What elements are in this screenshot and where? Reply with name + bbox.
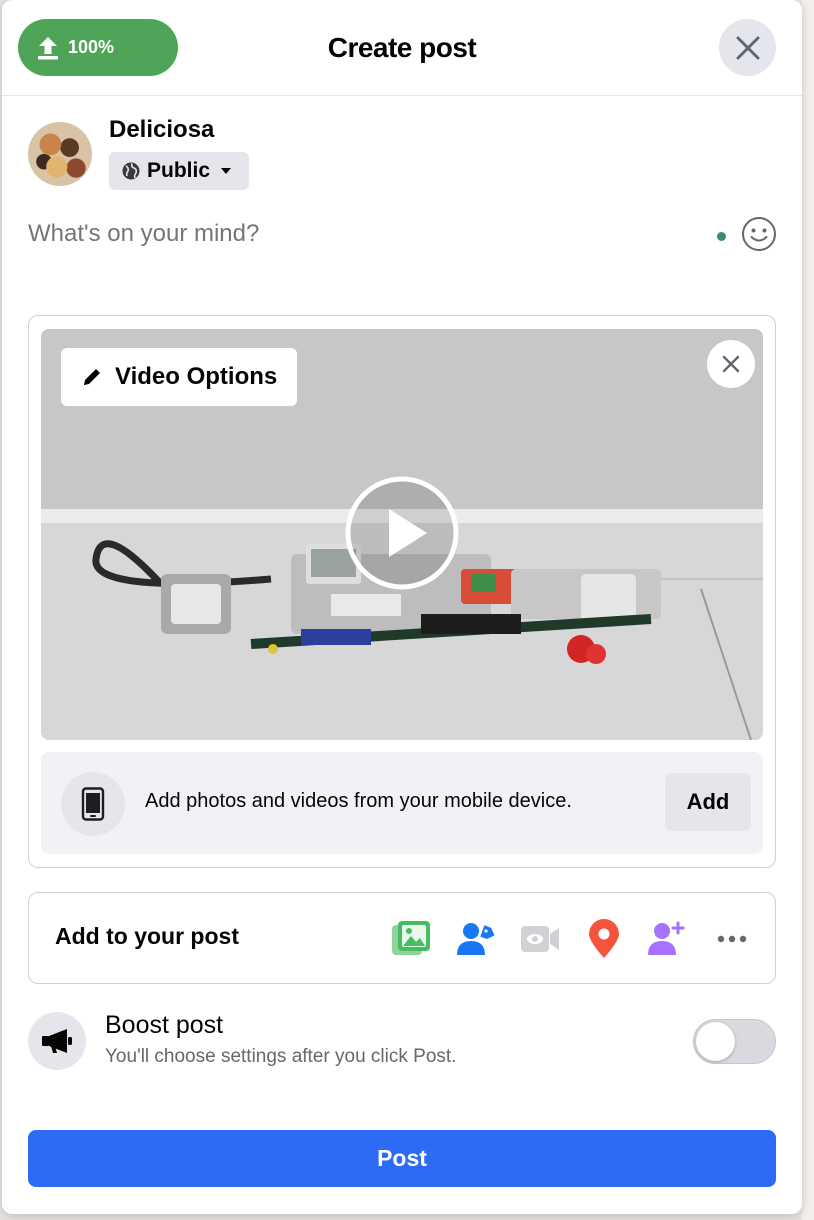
close-dialog-button[interactable] [719, 19, 776, 76]
add-person-button[interactable] [647, 919, 687, 959]
add-to-post-label: Add to your post [55, 923, 239, 949]
add-from-mobile-button[interactable]: Add [665, 773, 751, 831]
media-attachment-box: Video Options Add photos and videos from… [28, 315, 776, 868]
video-options-button[interactable]: Video Options [61, 348, 297, 406]
status-dot [717, 232, 726, 241]
toggle-knob [696, 1022, 735, 1061]
video-options-label: Video Options [115, 363, 278, 390]
play-icon [345, 476, 459, 590]
remove-video-button[interactable] [707, 340, 755, 388]
pencil-icon [84, 369, 100, 385]
live-video-icon [521, 926, 559, 952]
page-backdrop [802, 0, 814, 1220]
chevron-down-icon [221, 168, 232, 174]
mobile-upload-row: Add photos and videos from your mobile d… [41, 752, 763, 854]
upload-progress-badge: 100% [18, 19, 178, 76]
tag-people-icon [457, 923, 495, 955]
post-text-input[interactable] [28, 214, 668, 254]
live-video-button[interactable] [520, 919, 560, 959]
photo-video-button[interactable] [391, 919, 431, 959]
post-button[interactable]: Post [28, 1130, 776, 1187]
upload-progress-text: 100% [68, 37, 115, 57]
user-name: Deliciosa [109, 116, 215, 143]
play-button[interactable] [345, 476, 459, 590]
mobile-upload-text: Add photos and videos from your mobile d… [145, 790, 572, 812]
boost-post-toggle[interactable] [693, 1019, 776, 1064]
more-options-button[interactable] [712, 919, 752, 959]
add-to-post-bar: Add to your post [28, 892, 776, 984]
avatar [28, 122, 92, 186]
globe-icon [122, 162, 140, 180]
smiley-icon [742, 217, 776, 251]
audience-label: Public [147, 159, 211, 182]
boost-post-subtitle: You'll choose settings after you click P… [105, 1046, 457, 1067]
add-person-icon [648, 921, 685, 955]
close-icon [722, 355, 740, 373]
check-in-button[interactable] [584, 919, 624, 959]
audience-selector-button[interactable]: Public [109, 152, 249, 190]
photo-video-icon [392, 921, 430, 955]
boost-post-title: Boost post [105, 1011, 224, 1039]
mobile-phone-icon [81, 787, 105, 821]
megaphone-icon [42, 1029, 72, 1053]
mobile-icon-wrap [61, 772, 125, 836]
create-post-dialog: 100% Create post Deliciosa Public What's… [2, 0, 802, 1214]
check-in-icon [589, 919, 619, 958]
emoji-button[interactable] [741, 216, 777, 252]
close-icon [736, 36, 759, 59]
more-icon [717, 935, 747, 943]
dialog-header: 100% Create post [2, 0, 802, 96]
upload-icon [38, 36, 58, 59]
boost-icon-wrap [28, 1012, 86, 1070]
video-preview[interactable]: Video Options [41, 329, 763, 740]
tag-people-button[interactable] [456, 919, 496, 959]
